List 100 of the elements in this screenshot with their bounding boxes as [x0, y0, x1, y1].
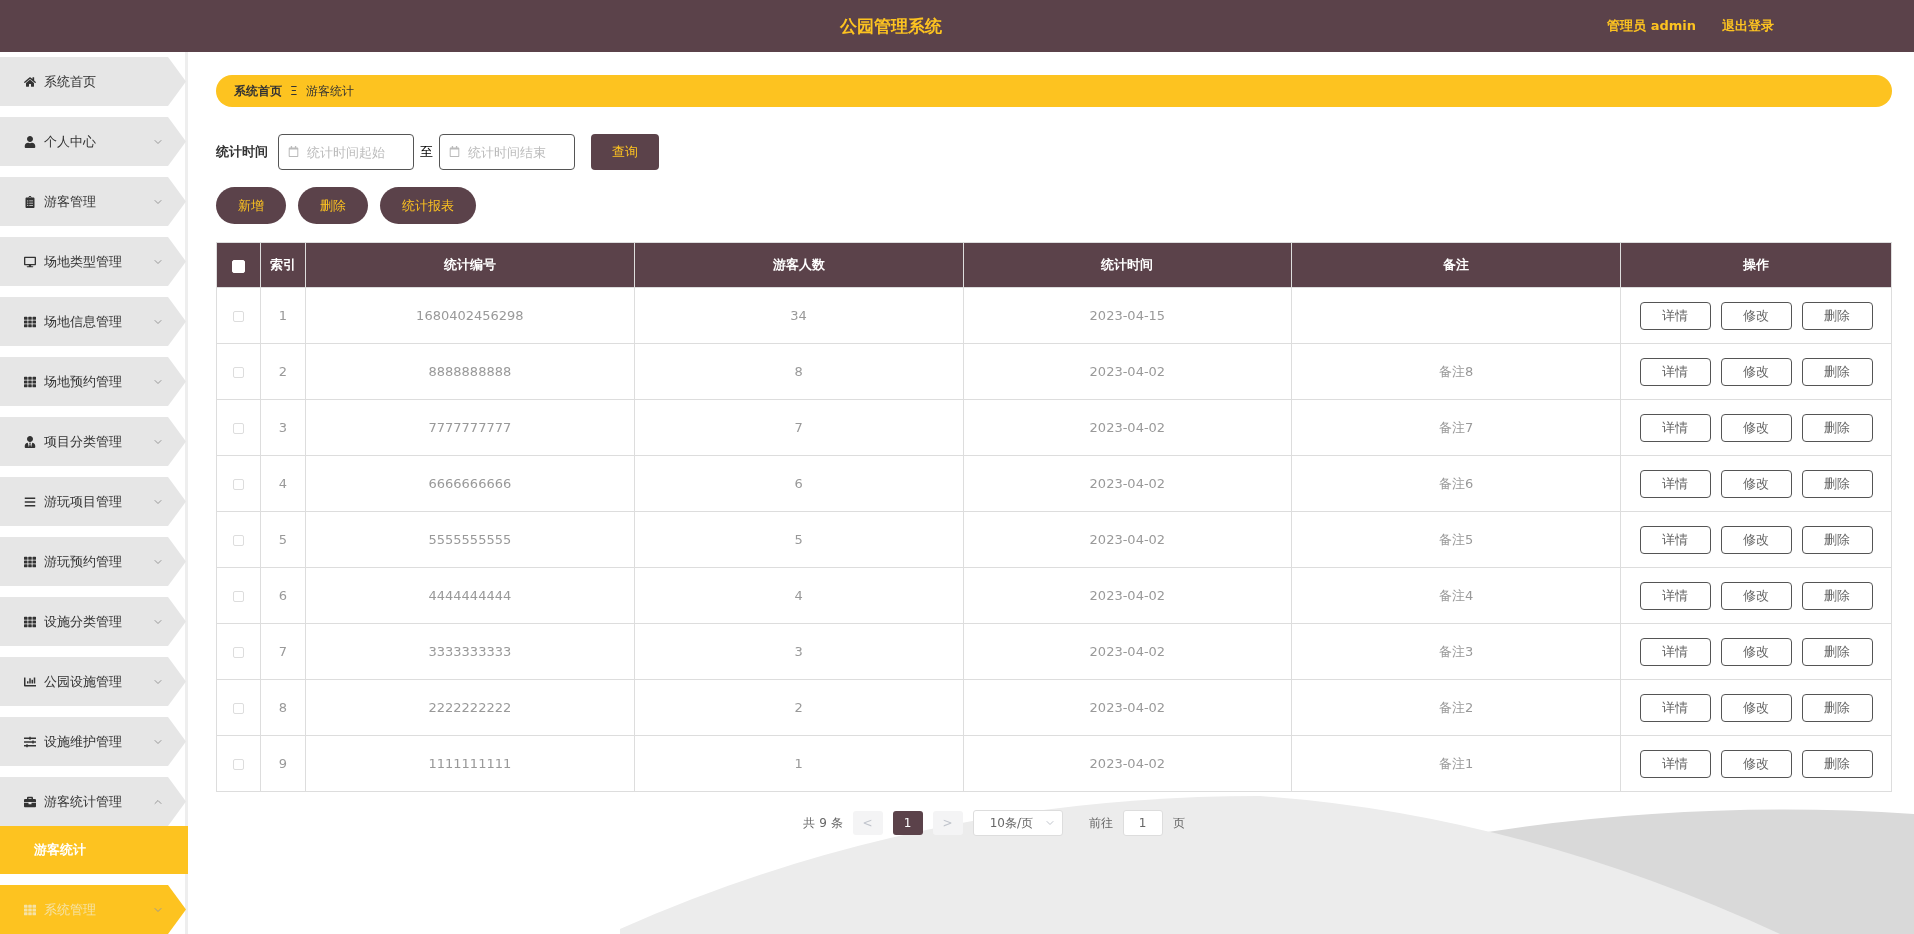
row-action-button[interactable]: 修改 [1720, 301, 1792, 330]
row-action-button[interactable]: 详情 [1639, 469, 1711, 498]
row-action-button[interactable]: 详情 [1639, 693, 1711, 722]
row-action-button[interactable]: 删除 [1801, 637, 1873, 666]
table-cell: 9 [260, 735, 306, 792]
row-action-button[interactable]: 详情 [1639, 637, 1711, 666]
row-action-button[interactable]: 修改 [1720, 469, 1792, 498]
row-checkbox[interactable] [233, 423, 244, 434]
table-cell: 1 [260, 287, 306, 344]
menu-icon [24, 315, 36, 328]
table-cell: 1 [634, 735, 963, 792]
calendar-icon [449, 146, 460, 157]
menu-icon [24, 735, 36, 748]
row-action-button[interactable]: 详情 [1639, 357, 1711, 386]
row-action-button[interactable]: 修改 [1720, 357, 1792, 386]
row-action-button[interactable]: 详情 [1639, 749, 1711, 778]
row-action-button[interactable]: 删除 [1801, 357, 1873, 386]
logout-link[interactable]: 退出登录 [1722, 17, 1774, 35]
row-checkbox[interactable] [233, 535, 244, 546]
menu-item[interactable]: 游客管理 [0, 177, 186, 226]
table-cell: 2023-04-02 [963, 679, 1292, 736]
date-field[interactable]: 统计时间起始 [278, 134, 414, 170]
page-button[interactable]: 1 [892, 811, 923, 835]
row-action-button[interactable]: 删除 [1801, 693, 1873, 722]
row-action-button[interactable]: 删除 [1801, 749, 1873, 778]
row-action-button[interactable]: 详情 [1639, 413, 1711, 442]
column-header: 游客人数 [634, 242, 963, 288]
row-action-button[interactable]: 删除 [1801, 581, 1873, 610]
table-cell: 备注6 [1291, 455, 1621, 512]
menu-icon [24, 135, 36, 148]
action-button[interactable]: 统计报表 [380, 187, 476, 224]
row-action-button[interactable]: 修改 [1720, 749, 1792, 778]
page-size-select[interactable]: 10条/页 [972, 810, 1063, 836]
table-cell: 6 [634, 455, 963, 512]
table-cell: 5 [260, 511, 306, 568]
menu-icon [24, 75, 36, 88]
menu-item[interactable]: 游客统计管理 [0, 777, 186, 826]
row-action-button[interactable]: 删除 [1801, 525, 1873, 554]
table-cell: 7 [634, 399, 963, 456]
menu-item[interactable]: 系统首页 [0, 57, 186, 106]
row-checkbox[interactable] [233, 479, 244, 490]
row-checkbox[interactable] [233, 703, 244, 714]
menu-item[interactable]: 游玩项目管理 [0, 477, 186, 526]
breadcrumb-separator: Ξ [290, 84, 298, 98]
table-cell: 7777777777 [305, 399, 635, 456]
table-cell: 备注7 [1291, 399, 1621, 456]
menu-item[interactable]: 设施维护管理 [0, 717, 186, 766]
table-cell: 8 [260, 679, 306, 736]
row-action-button[interactable]: 详情 [1639, 525, 1711, 554]
row-checkbox[interactable] [233, 759, 244, 770]
range-separator: 至 [420, 143, 433, 161]
filter-label: 统计时间 [216, 143, 268, 161]
breadcrumb-home[interactable]: 系统首页 [234, 82, 282, 100]
table-cell: 2023-04-02 [963, 399, 1292, 456]
menu-item[interactable]: 场地类型管理 [0, 237, 186, 286]
table-cell: 8888888888 [305, 343, 635, 400]
menu-item[interactable]: 项目分类管理 [0, 417, 186, 466]
row-checkbox[interactable] [233, 591, 244, 602]
column-header: 索引 [260, 242, 306, 288]
table-cell: 3333333333 [305, 623, 635, 680]
table-cell: 4 [634, 567, 963, 624]
menu-item[interactable]: 设施分类管理 [0, 597, 186, 646]
date-field[interactable]: 统计时间结束 [439, 134, 575, 170]
row-action-button[interactable]: 修改 [1720, 581, 1792, 610]
select-all-checkbox[interactable] [232, 259, 245, 273]
column-header: 统计编号 [305, 242, 635, 288]
table-cell: 备注2 [1291, 679, 1621, 736]
table-cell: 5 [634, 511, 963, 568]
search-button[interactable]: 查询 [591, 134, 659, 170]
action-button[interactable]: 新增 [216, 187, 286, 224]
row-action-button[interactable]: 删除 [1801, 469, 1873, 498]
action-button[interactable]: 删除 [298, 187, 368, 224]
row-action-button[interactable]: 修改 [1720, 413, 1792, 442]
page-input[interactable]: 1 [1122, 810, 1163, 836]
row-action-button[interactable]: 删除 [1801, 301, 1873, 330]
table-cell: 34 [634, 287, 963, 344]
row-action-button[interactable]: 详情 [1639, 301, 1711, 330]
table-cell: 7 [260, 623, 306, 680]
menu-item[interactable]: 游玩预约管理 [0, 537, 186, 586]
table-cell: 备注8 [1291, 343, 1621, 400]
row-checkbox[interactable] [233, 647, 244, 658]
row-action-button[interactable]: 修改 [1720, 525, 1792, 554]
menu-item[interactable]: 公园设施管理 [0, 657, 186, 706]
total-count: 共 9 条 [803, 814, 843, 832]
table-cell: 2 [260, 343, 306, 400]
menu-item[interactable]: 场地信息管理 [0, 297, 186, 346]
row-action-button[interactable]: 修改 [1720, 693, 1792, 722]
table-cell: 2023-04-02 [963, 455, 1292, 512]
app-title: 公园管理系统 [838, 14, 943, 38]
column-header: 备注 [1291, 242, 1621, 288]
menu-item[interactable]: 场地预约管理 [0, 357, 186, 406]
menu-icon [24, 555, 36, 568]
page-unit: 页 [1172, 814, 1185, 832]
row-action-button[interactable]: 删除 [1801, 413, 1873, 442]
row-action-button[interactable]: 详情 [1639, 581, 1711, 610]
breadcrumb-current: 游客统计 [305, 82, 354, 100]
row-checkbox[interactable] [233, 367, 244, 378]
row-checkbox[interactable] [233, 311, 244, 322]
menu-item[interactable]: 个人中心 [0, 117, 186, 166]
row-action-button[interactable]: 修改 [1720, 637, 1792, 666]
